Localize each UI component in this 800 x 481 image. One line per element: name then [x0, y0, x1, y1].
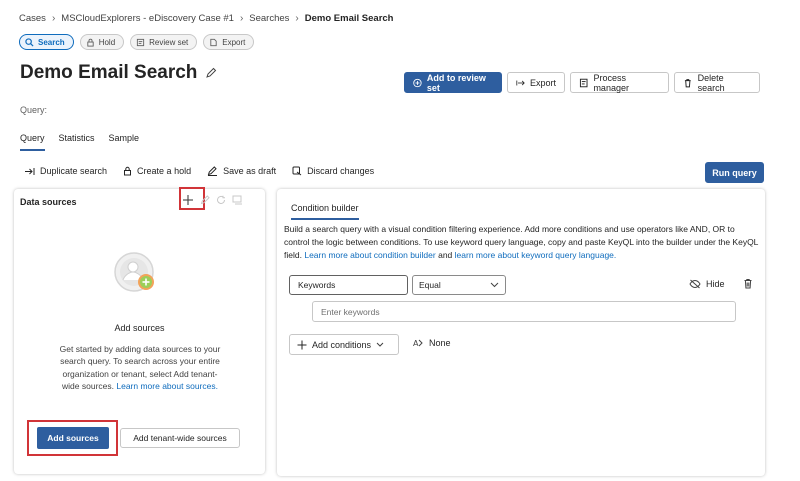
query-toolbar: Duplicate search Create a hold Save as d… — [24, 166, 374, 176]
refresh-icon[interactable] — [216, 195, 226, 205]
pill-review-set[interactable]: Review set — [130, 34, 198, 50]
data-sources-title: Data sources — [20, 197, 77, 207]
button-label: Add to review set — [426, 72, 486, 93]
lock-icon — [87, 38, 94, 47]
export-icon — [210, 38, 217, 46]
breadcrumb-searches[interactable]: Searches — [249, 13, 289, 24]
condition-field-selector[interactable]: Keywords — [289, 275, 408, 295]
process-manager-icon — [579, 78, 588, 87]
add-icon[interactable] — [182, 194, 194, 206]
trash-icon — [684, 78, 691, 87]
pill-label: Review set — [149, 37, 189, 47]
hold-lock-icon — [124, 166, 132, 176]
search-icon — [25, 37, 34, 47]
eye-off-icon — [689, 279, 701, 289]
condition-builder-panel: Condition builder Build a search query w… — [277, 189, 765, 476]
keywords-input[interactable]: Enter keywords — [312, 301, 736, 322]
delete-condition-button[interactable] — [743, 278, 753, 289]
edit-icon[interactable] — [200, 195, 210, 205]
none-label: None — [429, 338, 451, 348]
add-sources-illustration — [112, 250, 162, 300]
learn-more-sources-link[interactable]: Learn more about sources. — [116, 381, 218, 391]
add-tenant-wide-sources-button[interactable]: Add tenant-wide sources — [120, 428, 240, 448]
tab-condition-builder[interactable]: Condition builder — [291, 203, 359, 220]
action-label: Save as draft — [223, 166, 277, 176]
tab-statistics[interactable]: Statistics — [59, 133, 95, 151]
action-label: Discard changes — [307, 166, 375, 176]
empty-state-description: Get started by adding data sources to yo… — [56, 343, 224, 393]
breadcrumb-cases[interactable]: Cases — [19, 13, 46, 24]
export-button[interactable]: Export — [507, 72, 565, 93]
page-title: Demo Email Search — [20, 62, 198, 83]
chevron-right-icon: › — [239, 12, 244, 24]
hide-button[interactable]: Hide — [689, 279, 725, 289]
chevron-right-icon: › — [295, 12, 299, 24]
breadcrumb-case[interactable]: MSCloudExplorers - eDiscovery Case #1 — [61, 13, 234, 24]
keywords-placeholder: Enter keywords — [321, 306, 380, 317]
add-conditions-label: Add conditions — [312, 339, 372, 350]
header-actions: Add to review set Export Process manager… — [404, 72, 760, 93]
workflow-pills: Search Hold Review set Export — [19, 34, 255, 50]
breadcrumb: Cases › MSCloudExplorers - eDiscovery Ca… — [19, 10, 393, 26]
button-label: Process manager — [593, 72, 629, 93]
chevron-down-icon — [376, 342, 384, 347]
pill-label: Export — [222, 37, 246, 47]
condition-builder-link[interactable]: Learn more about condition builder — [304, 250, 435, 260]
add-icon — [297, 340, 307, 349]
tab-sample[interactable]: Sample — [109, 133, 140, 151]
review-set-icon — [137, 38, 145, 46]
button-label: Delete search — [697, 72, 725, 93]
action-label: Duplicate search — [40, 166, 108, 176]
operator-none-button[interactable]: A None — [413, 338, 451, 348]
add-circle-icon — [413, 78, 422, 87]
pill-label: Search — [38, 37, 65, 47]
trash-icon — [744, 279, 752, 289]
process-manager-button[interactable]: Process manager — [570, 72, 669, 93]
operator-dropdown[interactable]: Equal — [412, 275, 506, 295]
delete-search-button[interactable]: Delete search — [674, 72, 760, 93]
svg-text:A: A — [413, 339, 419, 348]
condition-builder-description: Build a search query with a visual condi… — [284, 223, 762, 262]
pill-search[interactable]: Search — [19, 34, 74, 50]
data-sources-panel: Data sources Add sources Get started by … — [14, 187, 265, 474]
duplicate-search-button[interactable]: Duplicate search — [24, 166, 107, 176]
add-sources-button[interactable]: Add sources — [37, 427, 109, 449]
create-hold-button[interactable]: Create a hold — [123, 166, 191, 176]
keyql-link[interactable]: learn more about keyword query language. — [455, 250, 617, 260]
pill-hold[interactable]: Hold — [79, 34, 125, 50]
breadcrumb-current: Demo Email Search — [304, 12, 394, 24]
duplicate-arrow-icon — [25, 167, 35, 175]
page-title-row: Demo Email Search — [20, 62, 217, 84]
chevron-down-icon — [490, 282, 499, 288]
query-label: Query: — [20, 105, 48, 115]
edit-pencil-icon[interactable] — [205, 67, 217, 79]
save-draft-button[interactable]: Save as draft — [207, 166, 276, 176]
discard-icon — [292, 166, 302, 176]
discard-changes-button[interactable]: Discard changes — [292, 166, 374, 176]
action-label: Create a hold — [137, 166, 192, 176]
description-text: and — [438, 250, 453, 260]
empty-state-title: Add sources — [114, 323, 165, 333]
tab-bar: Query Statistics Sample — [20, 133, 139, 151]
tab-query[interactable]: Query — [20, 133, 45, 151]
button-label: Export — [529, 77, 556, 88]
run-query-button[interactable]: Run query — [705, 162, 764, 183]
pill-export[interactable]: Export — [203, 34, 255, 50]
manage-sources-icon[interactable] — [232, 195, 243, 205]
export-arrow-icon — [516, 80, 525, 85]
add-conditions-button[interactable]: Add conditions — [289, 334, 399, 355]
data-sources-toolbar — [182, 194, 243, 206]
draft-pencil-icon — [207, 166, 218, 176]
field-label: Keywords — [298, 280, 336, 290]
pill-label: Hold — [98, 37, 116, 47]
hide-label: Hide — [706, 279, 725, 289]
chevron-right-icon: › — [51, 12, 56, 24]
add-to-review-set-button[interactable]: Add to review set — [404, 72, 502, 93]
logic-operator-icon: A — [413, 339, 423, 348]
operator-value: Equal — [419, 280, 441, 290]
